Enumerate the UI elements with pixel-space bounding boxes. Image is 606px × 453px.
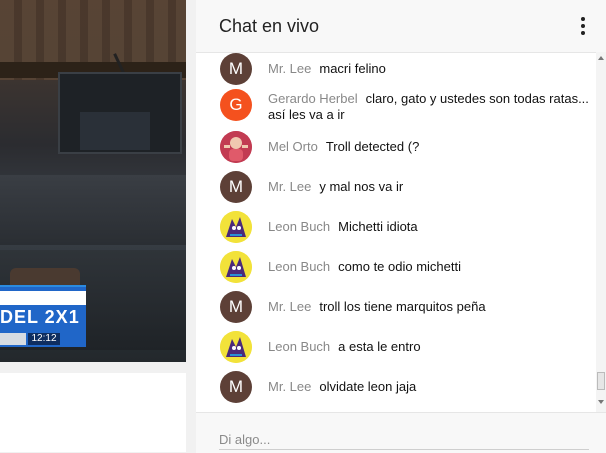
more-options-button[interactable] bbox=[575, 16, 591, 40]
avatar[interactable]: M bbox=[220, 53, 252, 85]
avatar[interactable] bbox=[220, 251, 252, 283]
avatar[interactable]: M bbox=[220, 171, 252, 203]
lower-third-strip bbox=[0, 333, 26, 345]
avatar[interactable] bbox=[220, 331, 252, 363]
message-text: Michetti idiota bbox=[338, 219, 418, 234]
video-player[interactable]: DEL 2X1 12:12 bbox=[0, 0, 186, 362]
more-options-dot bbox=[581, 24, 585, 28]
lower-third-clock: 12:12 bbox=[28, 333, 60, 345]
message-author[interactable]: Leon Buch bbox=[268, 339, 330, 354]
message-body: Mr. Lee troll los tiene marquitos peña bbox=[268, 299, 596, 315]
scroll-up-arrow-icon[interactable] bbox=[598, 56, 604, 60]
message-author[interactable]: Mr. Lee bbox=[268, 299, 311, 314]
chat-title: Chat en vivo bbox=[219, 16, 320, 36]
message-author[interactable]: Mel Orto bbox=[268, 139, 318, 154]
avatar[interactable] bbox=[220, 211, 252, 243]
lower-third-label bbox=[0, 291, 86, 305]
message-body: Mr. Lee y mal nos va ir bbox=[268, 179, 596, 195]
message-author[interactable]: Mr. Lee bbox=[268, 179, 311, 194]
avatar[interactable]: G bbox=[220, 89, 252, 121]
chat-input-area bbox=[196, 412, 606, 453]
message-body: Leon Buch como te odio michetti bbox=[268, 259, 596, 275]
chat-message-list: M Mr. Lee macri felino G Gerardo Herbel cl… bbox=[196, 52, 596, 412]
video-monitor-screen bbox=[80, 112, 150, 150]
message-body: Mel Orto Troll detected (? bbox=[268, 139, 596, 155]
message-author[interactable]: Leon Buch bbox=[268, 219, 330, 234]
message-author[interactable]: Gerardo Herbel bbox=[268, 91, 358, 106]
message-body: Leon Buch Michetti idiota bbox=[268, 219, 596, 235]
chat-message-input[interactable] bbox=[219, 429, 589, 450]
message-text: como te odio michetti bbox=[338, 259, 462, 274]
more-options-dot bbox=[581, 17, 585, 21]
message-body: Leon Buch a esta le entro bbox=[268, 339, 596, 355]
message-author[interactable]: Mr. Lee bbox=[268, 379, 311, 394]
lower-third-tag: DEL 2X1 bbox=[0, 307, 80, 327]
avatar[interactable]: M bbox=[220, 291, 252, 323]
message-body: Gerardo Herbel claro, gato y ustedes son … bbox=[268, 91, 596, 123]
avatar[interactable] bbox=[220, 131, 252, 163]
chat-scrollbar[interactable] bbox=[596, 52, 606, 412]
message-body: Mr. Lee olvidate leon jaja bbox=[268, 379, 596, 395]
message-text: Troll detected (? bbox=[325, 139, 420, 154]
message-text: troll los tiene marquitos peña bbox=[319, 299, 486, 314]
leon-avatar-icon bbox=[220, 331, 252, 363]
message-text: a esta le entro bbox=[338, 339, 421, 354]
message-text: olvidate leon jaja bbox=[319, 379, 417, 394]
message-text: macri felino bbox=[319, 61, 386, 76]
live-chat-panel: Chat en vivo M Mr. Lee macri felino G Ger… bbox=[196, 0, 606, 453]
video-desk bbox=[0, 175, 186, 245]
video-lower-third: DEL 2X1 12:12 bbox=[0, 285, 86, 347]
mel-avatar-icon bbox=[220, 131, 252, 163]
chat-header: Chat en vivo bbox=[196, 0, 606, 53]
message-text: y mal nos va ir bbox=[319, 179, 404, 194]
message-author[interactable]: Leon Buch bbox=[268, 259, 330, 274]
leon-avatar-icon bbox=[220, 251, 252, 283]
scrollbar-thumb[interactable] bbox=[597, 372, 605, 390]
more-options-dot bbox=[581, 31, 585, 35]
below-video-panel bbox=[0, 373, 186, 452]
message-body: Mr. Lee macri felino bbox=[268, 61, 596, 77]
leon-avatar-icon bbox=[220, 211, 252, 243]
message-author[interactable]: Mr. Lee bbox=[268, 61, 311, 76]
scroll-down-arrow-icon[interactable] bbox=[598, 400, 604, 404]
avatar[interactable]: M bbox=[220, 371, 252, 403]
